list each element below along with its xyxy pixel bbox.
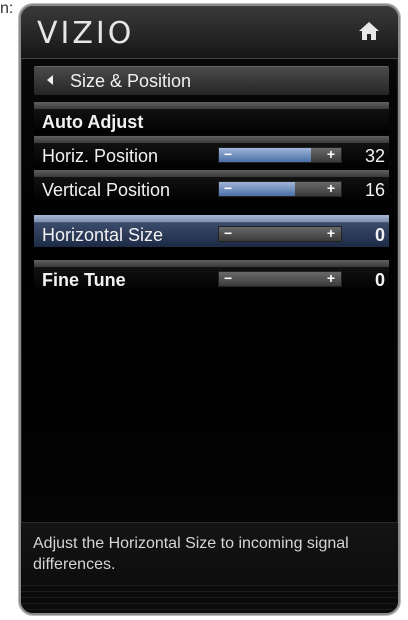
menu-item-label: Auto Adjust xyxy=(42,112,144,132)
vertical-position-slider[interactable]: − + xyxy=(218,180,342,197)
menu-item-label: Horiz. Position xyxy=(42,146,159,166)
menu-item-horiz-position[interactable]: Horiz. Position − + 32 xyxy=(34,136,389,168)
back-arrow-icon xyxy=(47,75,53,85)
tv-menu-panel: VIZIO Size & Position Auto Adjust Horiz.… xyxy=(19,4,400,615)
horizontal-size-value: 0 xyxy=(374,225,385,245)
menu-title: Size & Position xyxy=(70,71,192,91)
menu-header: VIZIO xyxy=(21,6,398,59)
plus-icon[interactable]: + xyxy=(327,146,335,162)
menu-item-horizontal-size[interactable]: Horizontal Size − + 0 xyxy=(34,215,389,247)
menu-item-label: Fine Tune xyxy=(42,270,126,290)
menu-item-vertical-position[interactable]: Vertical Position − + 16 xyxy=(34,170,389,202)
row-cap xyxy=(34,170,389,177)
row-cap xyxy=(34,215,389,222)
vertical-position-value: 16 xyxy=(364,180,385,200)
help-text: Adjust the Horizontal Size to incoming s… xyxy=(33,535,349,573)
help-area: Adjust the Horizontal Size to incoming s… xyxy=(21,522,398,613)
horiz-position-value: 32 xyxy=(364,146,385,166)
minus-icon[interactable]: − xyxy=(224,146,232,162)
back-to-size-position[interactable]: Size & Position xyxy=(34,66,389,95)
row-cap xyxy=(34,102,389,109)
plus-icon[interactable]: + xyxy=(327,180,335,196)
plus-icon[interactable]: + xyxy=(327,270,335,286)
minus-icon[interactable]: − xyxy=(224,270,232,286)
row-cap xyxy=(34,136,389,143)
clipped-left-text: n: xyxy=(0,0,14,17)
menu-item-label: Horizontal Size xyxy=(42,225,164,245)
menu-item-auto-adjust[interactable]: Auto Adjust xyxy=(34,102,389,134)
fine-tune-value: 0 xyxy=(374,270,385,290)
vizio-logo: VIZIO xyxy=(37,16,135,51)
plus-icon[interactable]: + xyxy=(327,225,335,241)
minus-icon[interactable]: − xyxy=(224,225,232,241)
home-icon[interactable] xyxy=(358,20,380,42)
horiz-position-slider[interactable]: − + xyxy=(218,146,342,163)
row-cap xyxy=(34,260,389,267)
help-decoration xyxy=(21,585,398,613)
menu-item-fine-tune[interactable]: Fine Tune − + 0 xyxy=(34,260,389,292)
slider-fill xyxy=(219,148,311,162)
menu-item-label: Vertical Position xyxy=(42,180,171,200)
horizontal-size-slider[interactable]: − + xyxy=(218,225,342,242)
minus-icon[interactable]: − xyxy=(224,180,232,196)
fine-tune-slider[interactable]: − + xyxy=(218,270,342,287)
